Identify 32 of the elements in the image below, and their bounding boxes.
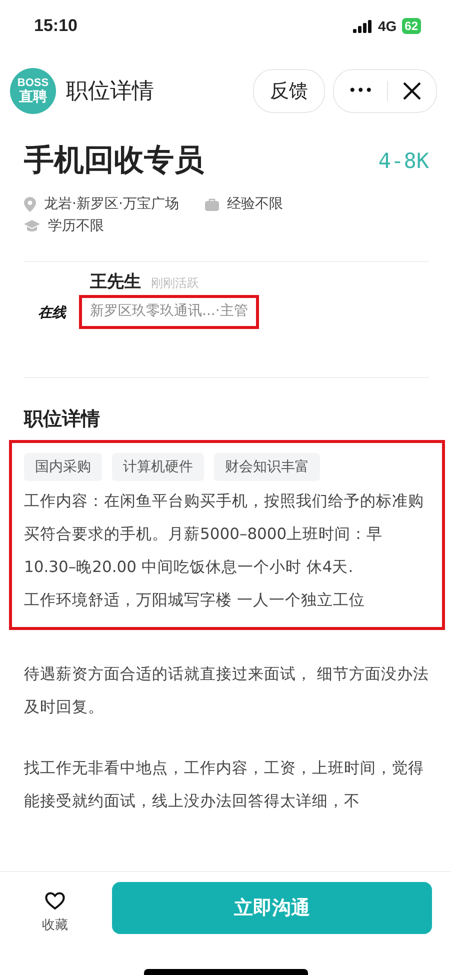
skill-tag: 财会知识丰富 bbox=[214, 453, 320, 481]
recruiter-avatar-text: 在线 bbox=[38, 304, 66, 322]
description-paragraph: 找工作无非看中地点，工作内容，工资，上班时间，觉得能接受就约面试，线上没办法回答得太详细，不 bbox=[24, 758, 425, 812]
logo-text: 直聘 bbox=[19, 89, 47, 104]
close-icon[interactable] bbox=[402, 81, 422, 101]
job-description: 工作环境舒适，万阳城写字楼 一人一个独立工位 bbox=[24, 590, 366, 611]
more-button[interactable]: ••• bbox=[348, 83, 373, 99]
page-title: 职位详情 bbox=[66, 78, 155, 106]
recruiter-company: 新罗区玖零玖通讯...·主管 bbox=[79, 295, 259, 329]
feedback-button[interactable]: 反馈 bbox=[253, 69, 326, 113]
graduation-cap-icon bbox=[24, 220, 40, 232]
status-time: 15:10 bbox=[34, 16, 78, 36]
salary: 4-8K bbox=[378, 148, 429, 172]
skill-tag: 计算机硬件 bbox=[112, 453, 204, 481]
job-requirement: 龙岩·新罗区·万宝广场 bbox=[44, 195, 179, 213]
briefcase-icon bbox=[204, 198, 219, 210]
skill-tag: 国内采购 bbox=[24, 453, 102, 481]
job-requirement: 学历不限 bbox=[48, 217, 104, 235]
battery-level: 62 bbox=[402, 18, 421, 34]
section-heading: 职位详情 bbox=[24, 407, 101, 432]
network-label: 4G bbox=[378, 18, 397, 34]
recruiter-name: 王先生 bbox=[90, 271, 141, 293]
description-paragraph: 待遇薪资方面合适的话就直接过来面试， 细节方面没办法及时回复。 bbox=[24, 664, 429, 718]
logo-text: BOSS bbox=[17, 78, 49, 89]
heart-icon[interactable] bbox=[45, 892, 65, 910]
job-title: 手机回收专员 bbox=[24, 142, 204, 180]
favorite-label[interactable]: 收藏 bbox=[42, 916, 68, 934]
signal-icon bbox=[352, 20, 373, 32]
job-description: 工作内容：在闲鱼平台购买手机，按照我们给予的标准购买符合要求的手机。月薪5000–8000上班时间：早10.30–晚20.00 中间吃饭休息一个小时 休4天. bbox=[24, 491, 425, 578]
activity-status: 刚刚活跃 bbox=[151, 275, 199, 292]
location-pin-icon bbox=[24, 196, 36, 212]
job-requirement: 经验不限 bbox=[226, 195, 283, 213]
